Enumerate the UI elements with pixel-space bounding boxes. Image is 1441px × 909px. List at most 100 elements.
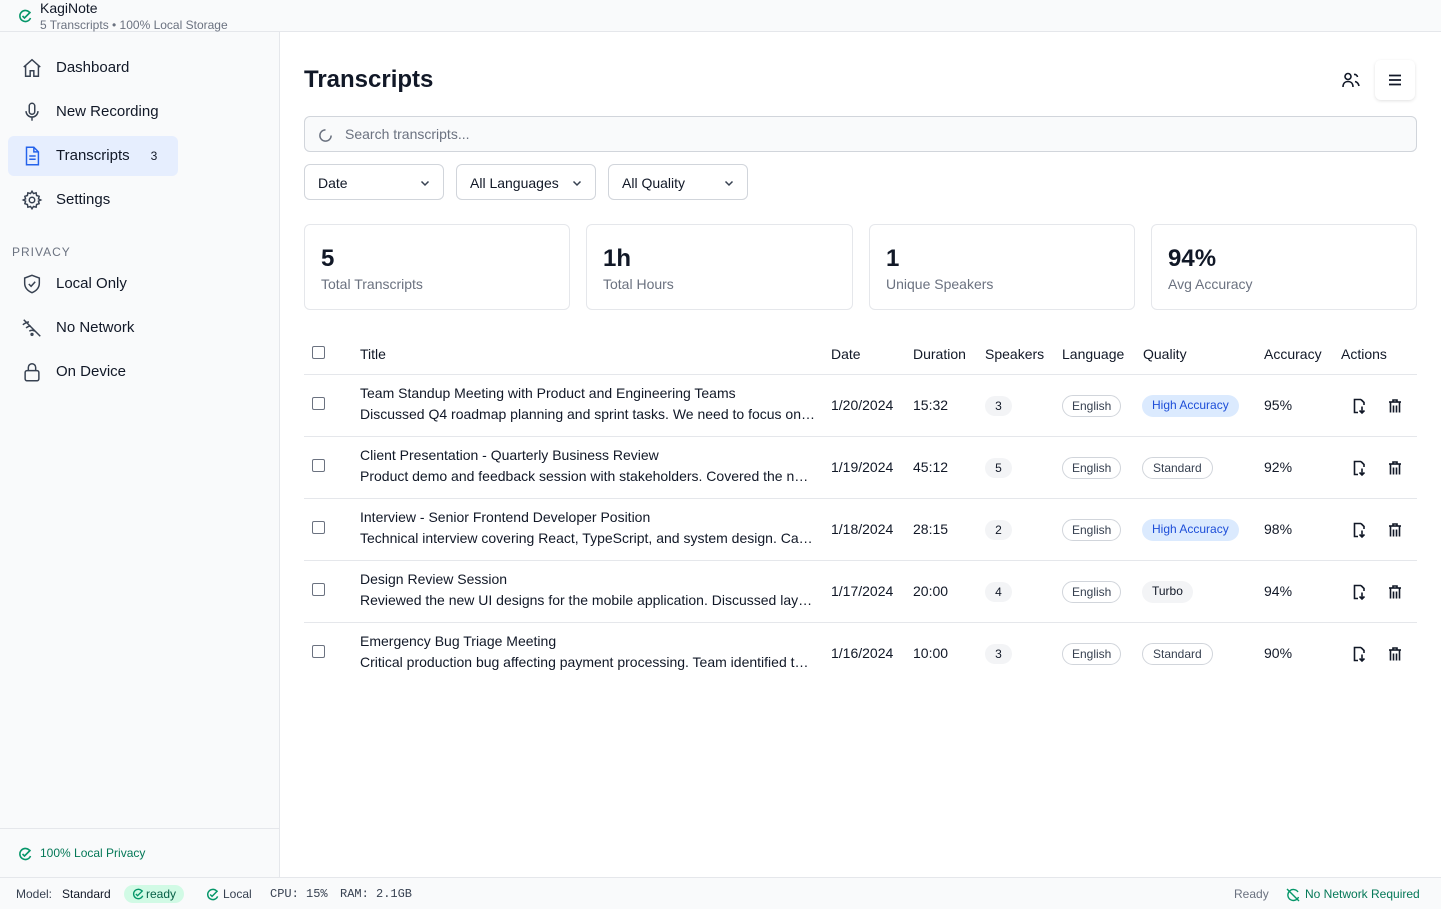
- sort-select[interactable]: Date: [304, 164, 444, 200]
- column-header-actions: Actions: [1341, 346, 1387, 362]
- transcript-duration: 28:15: [913, 521, 949, 537]
- transcript-title[interactable]: Interview - Senior Frontend Developer Po…: [360, 509, 650, 525]
- delete-icon[interactable]: [1386, 397, 1404, 415]
- transcript-description: Discussed Q4 roadmap planning and sprint…: [360, 406, 816, 422]
- export-icon[interactable]: [1350, 583, 1368, 601]
- column-header-date[interactable]: Date: [831, 346, 861, 362]
- no-network-icon: [22, 319, 41, 337]
- transcript-description: Critical production bug affecting paymen…: [360, 654, 816, 670]
- quality-badge: High Accuracy: [1142, 395, 1239, 417]
- table-row[interactable]: Emergency Bug Triage Meeting Critical pr…: [304, 623, 1417, 685]
- transcript-title[interactable]: Team Standup Meeting with Product and En…: [360, 385, 736, 401]
- local-check-icon: [207, 888, 219, 901]
- language-badge: English: [1062, 457, 1122, 479]
- ready-check-icon: [132, 888, 144, 900]
- no-network-check-icon: [1286, 888, 1300, 902]
- delete-icon[interactable]: [1386, 521, 1404, 539]
- table-row[interactable]: Interview - Senior Frontend Developer Po…: [304, 499, 1417, 561]
- row-checkbox[interactable]: [312, 645, 325, 658]
- column-header-language[interactable]: Language: [1062, 346, 1124, 362]
- transcript-duration: 45:12: [913, 459, 949, 475]
- column-header-title[interactable]: Title: [360, 346, 386, 362]
- quality-badge: High Accuracy: [1142, 519, 1239, 541]
- language-badge: English: [1062, 643, 1122, 665]
- document-icon: [25, 146, 40, 166]
- delete-icon[interactable]: [1386, 583, 1404, 601]
- app-state: Ready: [1234, 887, 1269, 901]
- transcript-accuracy: 92%: [1264, 459, 1293, 475]
- transcript-duration: 15:32: [913, 397, 949, 413]
- stat-label: Avg Accuracy: [1168, 276, 1253, 292]
- table-row[interactable]: Client Presentation - Quarterly Business…: [304, 437, 1417, 499]
- sidebar-item-dashboard[interactable]: Dashboard: [8, 48, 178, 88]
- row-checkbox[interactable]: [312, 397, 325, 410]
- sidebar-item-settings[interactable]: Settings: [8, 180, 178, 220]
- row-checkbox[interactable]: [312, 583, 325, 596]
- search-input[interactable]: [345, 117, 1405, 151]
- stat-value: 5: [321, 245, 335, 272]
- stat-card-avg-accuracy: 94% Avg Accuracy: [1151, 224, 1417, 310]
- select-all-checkbox[interactable]: [312, 346, 325, 359]
- title-bar: KagiNote 5 Transcripts • 100% Local Stor…: [0, 0, 1441, 32]
- sidebar-item-transcripts[interactable]: Transcripts 3: [8, 136, 178, 176]
- table-row[interactable]: Team Standup Meeting with Product and En…: [304, 375, 1417, 437]
- transcript-title[interactable]: Design Review Session: [360, 571, 507, 587]
- chevron-down-icon: [420, 180, 430, 187]
- lock-icon: [24, 363, 40, 382]
- kaginote-logo-icon: [19, 9, 32, 23]
- export-icon[interactable]: [1350, 645, 1368, 663]
- privacy-section-label: PRIVACY: [12, 245, 71, 259]
- chevron-down-icon: [572, 180, 582, 187]
- export-icon[interactable]: [1350, 397, 1368, 415]
- chevron-down-icon: [724, 180, 734, 187]
- model-ready-badge: ready: [124, 885, 185, 903]
- stat-value: 1: [886, 245, 900, 272]
- export-icon[interactable]: [1350, 521, 1368, 539]
- export-icon[interactable]: [1350, 459, 1368, 477]
- row-checkbox[interactable]: [312, 521, 325, 534]
- search-bar[interactable]: [304, 116, 1417, 152]
- local-status: Local: [223, 887, 252, 901]
- shield-check-icon: [23, 274, 41, 294]
- delete-icon[interactable]: [1386, 459, 1404, 477]
- ram-usage: RAM: 2.1GB: [340, 887, 413, 901]
- transcript-title[interactable]: Client Presentation - Quarterly Business…: [360, 447, 659, 463]
- stat-card-unique-speakers: 1 Unique Speakers: [869, 224, 1135, 310]
- sidebar-item-local-only[interactable]: Local Only: [8, 264, 178, 304]
- column-header-quality[interactable]: Quality: [1143, 346, 1187, 362]
- app-subtitle: 5 Transcripts • 100% Local Storage: [40, 18, 228, 32]
- transcript-title[interactable]: Emergency Bug Triage Meeting: [360, 633, 556, 649]
- page-title: Transcripts: [304, 66, 434, 93]
- transcript-description: Reviewed the new UI designs for the mobi…: [360, 592, 816, 608]
- sort-select-value: Date: [318, 175, 348, 191]
- stat-card-total-hours: 1h Total Hours: [586, 224, 853, 310]
- column-header-duration[interactable]: Duration: [913, 346, 966, 362]
- sidebar-item-on-device[interactable]: On Device: [8, 352, 178, 392]
- language-select[interactable]: All Languages: [456, 164, 596, 200]
- quality-badge: Turbo: [1142, 581, 1193, 603]
- transcripts-count-badge: 3: [150, 149, 158, 163]
- model-label: Model:: [16, 887, 53, 901]
- speaker-view-button[interactable]: [1331, 60, 1371, 100]
- transcript-duration: 10:00: [913, 645, 949, 661]
- quality-select[interactable]: All Quality: [608, 164, 748, 200]
- table-row[interactable]: Design Review Session Reviewed the new U…: [304, 561, 1417, 623]
- delete-icon[interactable]: [1386, 645, 1404, 663]
- sidebar-item-new-recording[interactable]: New Recording: [8, 92, 178, 132]
- column-header-accuracy[interactable]: Accuracy: [1264, 346, 1322, 362]
- stat-label: Total Transcripts: [321, 276, 423, 292]
- sidebar-item-label: No Network: [56, 319, 135, 336]
- stat-value: 94%: [1168, 245, 1217, 272]
- ready-text: ready: [146, 887, 177, 901]
- column-header-speakers[interactable]: Speakers: [985, 346, 1044, 362]
- row-checkbox[interactable]: [312, 459, 325, 472]
- status-bar: Model: Standard ready Local CPU: 15% RAM…: [0, 877, 1441, 909]
- sidebar-item-label: Local Only: [56, 275, 127, 292]
- language-select-value: All Languages: [470, 175, 559, 191]
- menu-button[interactable]: [1375, 60, 1415, 100]
- transcript-date: 1/18/2024: [831, 521, 894, 537]
- sidebar-item-no-network[interactable]: No Network: [8, 308, 178, 348]
- language-badge: English: [1062, 581, 1122, 603]
- transcript-date: 1/19/2024: [831, 459, 894, 475]
- table-header: Title Date Duration Speakers Language Qu…: [304, 334, 1417, 375]
